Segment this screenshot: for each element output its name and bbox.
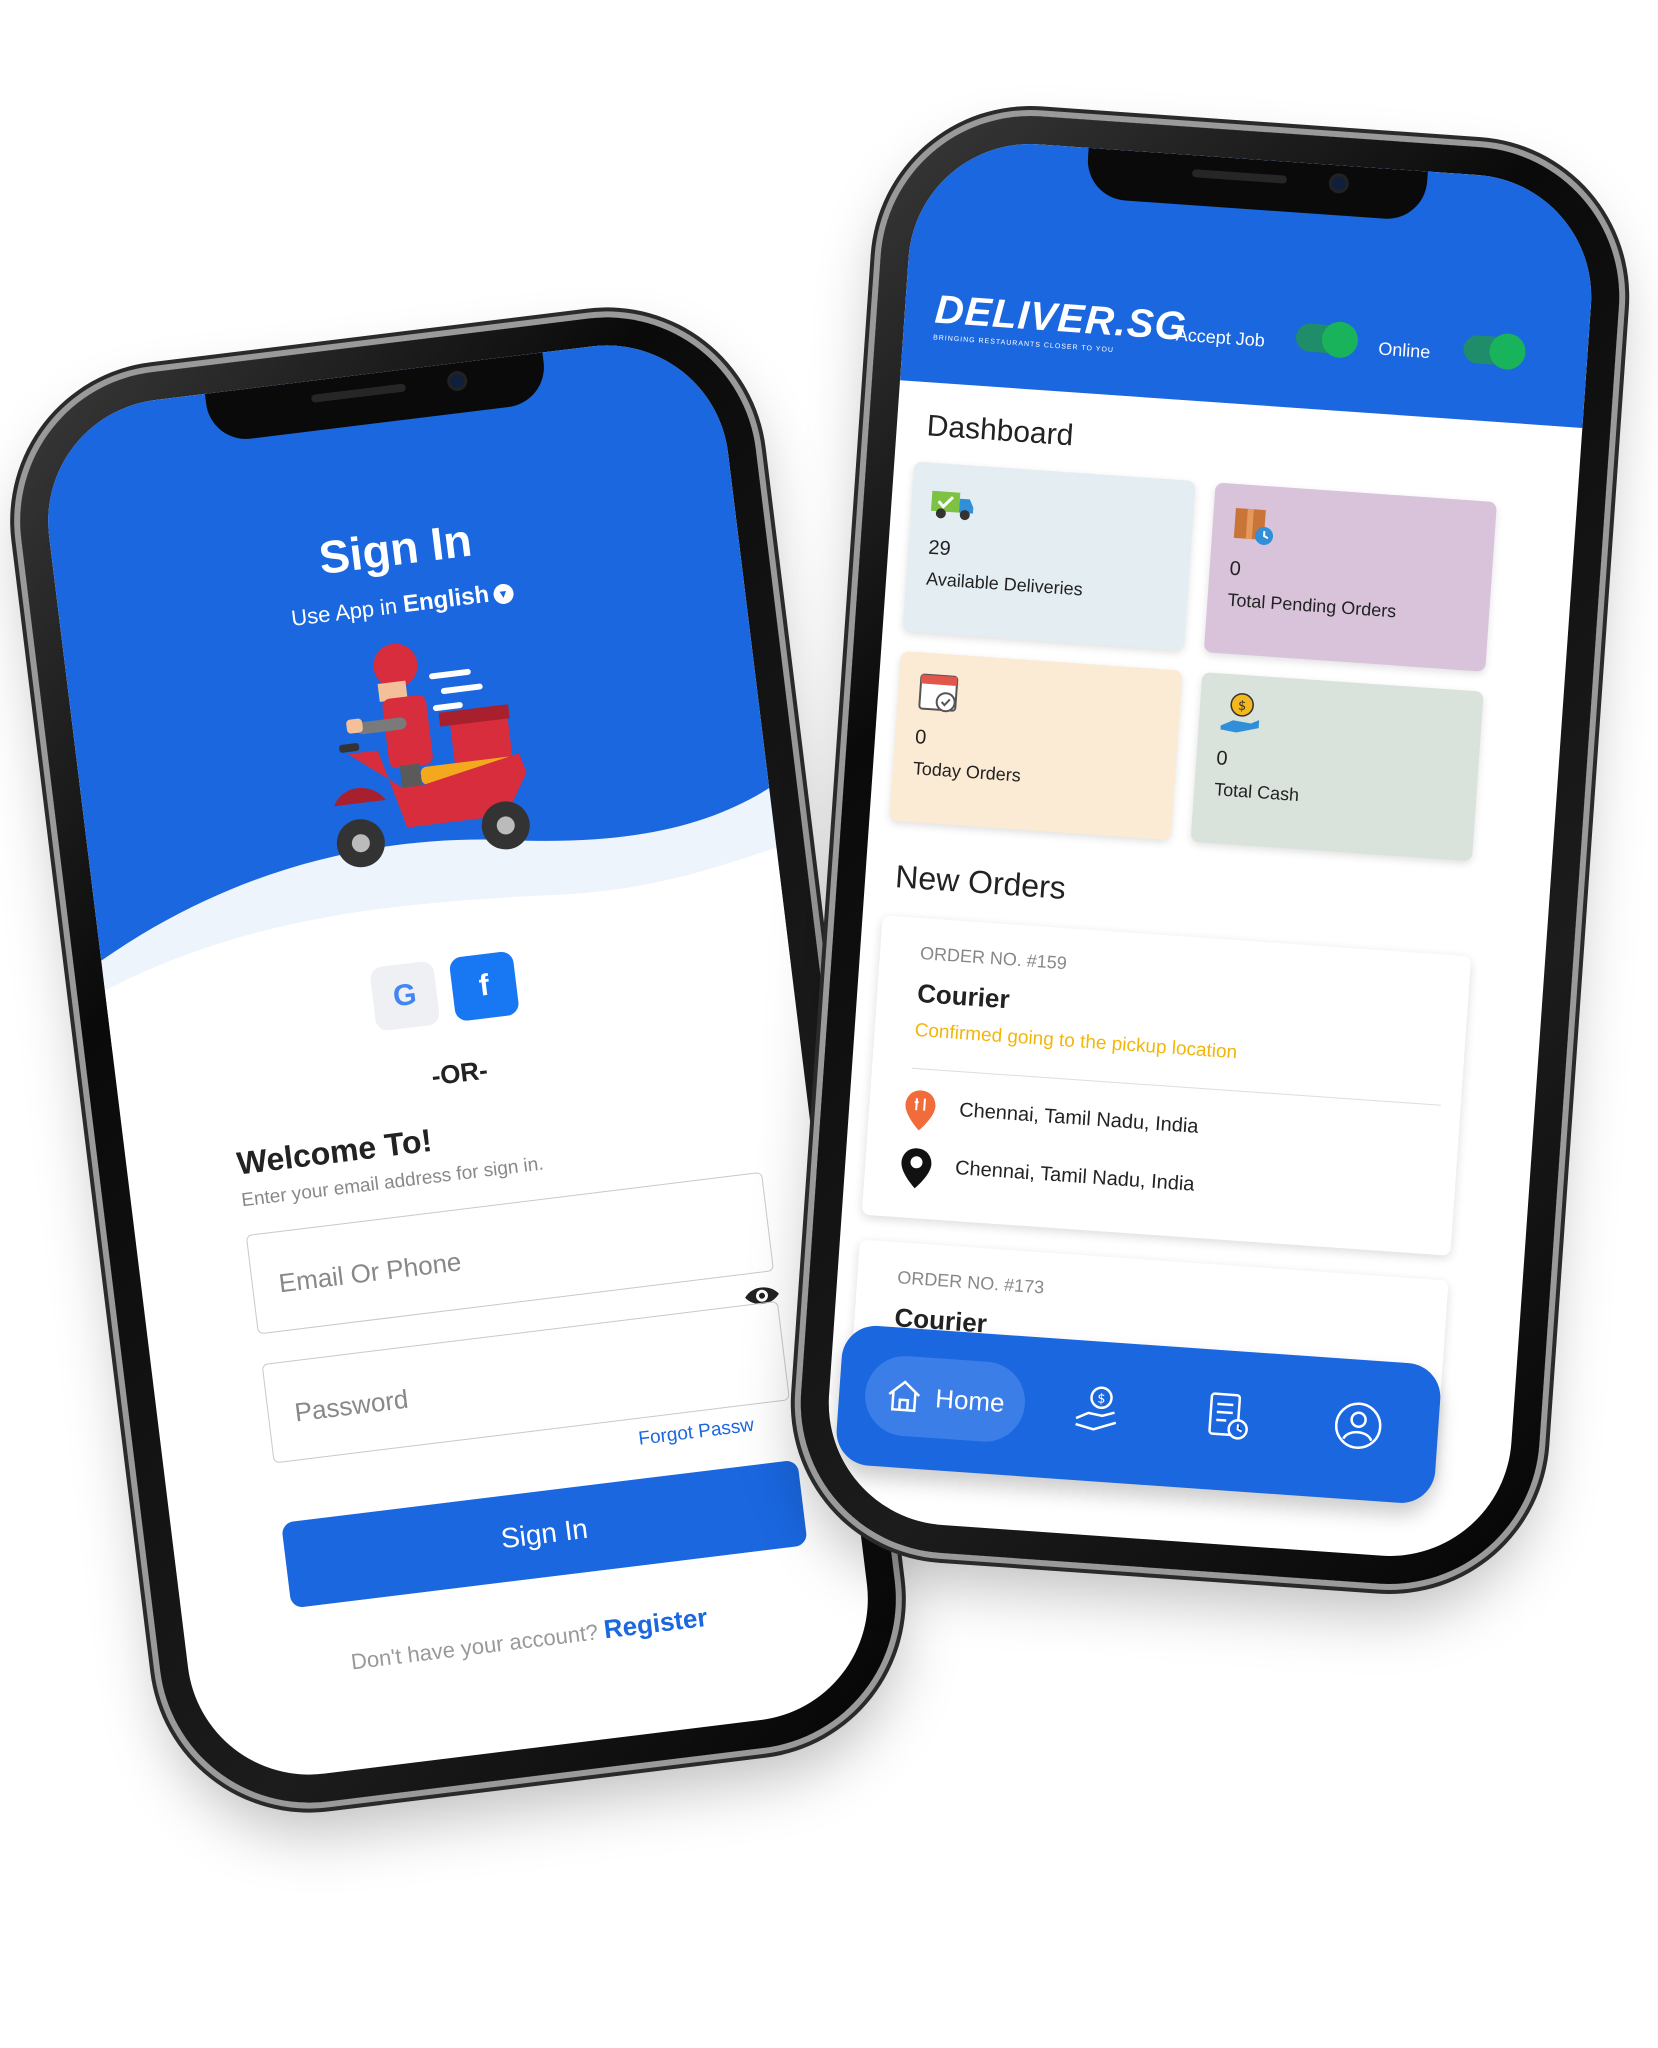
- drop-location: Chennai, Tamil Nadu, India: [954, 1157, 1196, 1196]
- dashboard-title: Dashboard: [925, 409, 1075, 453]
- package-clock-icon: [1233, 507, 1274, 546]
- nav-order-history-icon[interactable]: [1201, 1389, 1257, 1445]
- signin-screen: Sign In Use App in English ▾ G f -OR- We…: [34, 331, 882, 1789]
- total-cash-value: 0: [1215, 747, 1229, 770]
- order-number: ORDER NO. #173: [896, 1267, 1045, 1298]
- order-card[interactable]: ORDER NO. #159 Courier Confirmed going t…: [861, 915, 1472, 1256]
- total-cash-label: Total Cash: [1213, 779, 1300, 806]
- delivery-scooter-icon: [334, 643, 530, 868]
- today-orders-count: 0: [914, 726, 928, 749]
- available-deliveries-count: 29: [927, 536, 952, 561]
- drop-pin-icon: [901, 1148, 932, 1189]
- dashboard-screen: DELIVER.SG BRINGING RESTAURANTS CLOSER T…: [820, 135, 1600, 1565]
- card-total-cash[interactable]: $ 0 Total Cash: [1190, 672, 1484, 862]
- sign-in-button[interactable]: Sign In: [281, 1459, 808, 1609]
- svg-text:$: $: [1237, 699, 1246, 715]
- new-orders-title: New Orders: [894, 858, 1067, 906]
- order-number: ORDER NO. #159: [919, 943, 1068, 974]
- card-available-deliveries[interactable]: 29 Available Deliveries: [902, 461, 1196, 651]
- nav-earnings-icon[interactable]: $: [1071, 1380, 1127, 1436]
- total-pending-orders-count: 0: [1228, 557, 1242, 581]
- card-total-pending-orders[interactable]: 0 Total Pending Orders: [1203, 482, 1497, 672]
- pickup-pin-icon: [905, 1090, 936, 1131]
- phone-signin: Sign In Use App in English ▾ G f -OR- We…: [3, 300, 913, 1820]
- online-toggle[interactable]: [1462, 332, 1527, 371]
- register-link[interactable]: Register: [602, 1602, 709, 1644]
- nav-home-label: Home: [934, 1382, 1006, 1418]
- facebook-login-button[interactable]: f: [448, 950, 520, 1022]
- today-orders-label: Today Orders: [912, 758, 1022, 786]
- available-deliveries-label: Available Deliveries: [925, 568, 1084, 600]
- online-label: Online: [1377, 338, 1431, 363]
- delivery-truck-icon: [930, 490, 974, 521]
- order-divider: [912, 1067, 1441, 1106]
- facebook-icon: f: [477, 968, 492, 1003]
- card-today-orders[interactable]: 0 Today Orders: [889, 650, 1183, 841]
- accept-job-toggle[interactable]: [1295, 320, 1360, 360]
- home-icon: [888, 1380, 921, 1413]
- google-login-button[interactable]: G: [369, 960, 441, 1032]
- register-prompt-text: Don't have your account?: [349, 1619, 600, 1675]
- forgot-password-link[interactable]: Forgot Passw: [637, 1415, 755, 1451]
- svg-text:$: $: [1097, 1391, 1106, 1407]
- nav-profile-icon[interactable]: [1330, 1398, 1386, 1454]
- hand-coin-icon: $: [1220, 693, 1260, 733]
- phone-dashboard: DELIVER.SG BRINGING RESTAURANTS CLOSER T…: [790, 105, 1630, 1595]
- order-status: Confirmed going to the pickup location: [913, 1019, 1238, 1064]
- chevron-down-icon: ▾: [492, 583, 515, 606]
- calendar-check-icon: [918, 673, 959, 713]
- total-pending-orders-label: Total Pending Orders: [1226, 589, 1397, 622]
- order-type: Courier: [916, 977, 1011, 1015]
- nav-home[interactable]: Home: [862, 1353, 1028, 1445]
- pickup-location: Chennai, Tamil Nadu, India: [958, 1099, 1200, 1138]
- google-icon: G: [391, 977, 419, 1014]
